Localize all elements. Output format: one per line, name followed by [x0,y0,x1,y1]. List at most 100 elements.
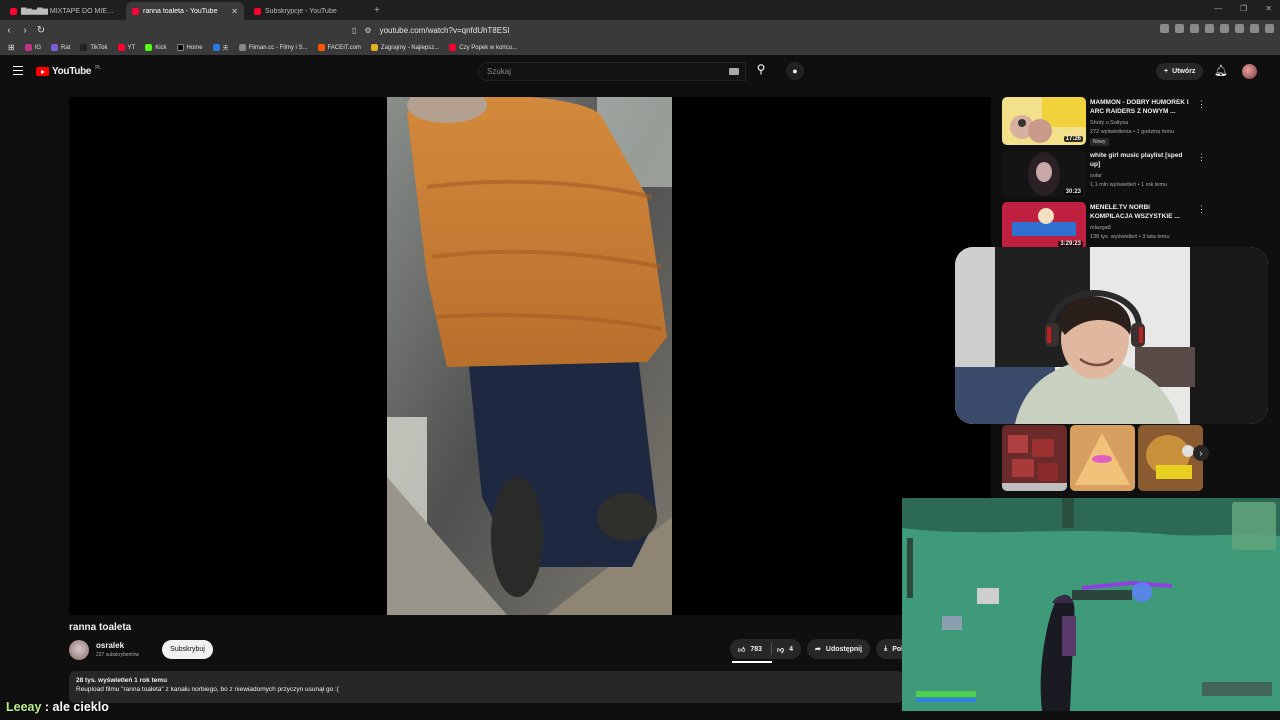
bookmark-item[interactable]: Kick [145,44,167,51]
address-bar[interactable]: ▯ ⚙ youtube.com/watch?v=qnfdUhT8ESI [352,23,912,37]
browser-tab[interactable]: ▇▆▅▇▆ MIXTAPE DO MIES... [4,2,122,20]
video-thumbnail[interactable]: 30:23 [1002,150,1086,198]
bookmark-item[interactable]: Czy Popek w końcu... [449,44,517,51]
short-thumbnail[interactable] [1070,425,1135,491]
suggested-video[interactable]: 30:23 white girl music playlist [sped up… [1002,150,1206,200]
like-button[interactable]: 👍︎ 783 👎︎ 4 [730,639,802,659]
subscriber-count: 227 subskrybentów [96,652,140,658]
more-options-icon[interactable]: ⋮ [1197,99,1206,110]
short-thumbnail[interactable] [1002,425,1067,491]
thumbs-down-icon[interactable]: 👎︎ [777,645,784,654]
extension-icon[interactable] [1160,24,1169,33]
dislike-count: 4 [789,645,794,653]
browser-tabbar: ▇▆▅▇▆ MIXTAPE DO MIES... ranna toaleta -… [0,0,1280,20]
extension-icon[interactable] [1265,24,1274,33]
extension-icon[interactable] [1205,24,1214,33]
short-thumbnail[interactable] [1138,425,1203,491]
suggested-video[interactable]: 17:26 MAMMON - DOBRY HUMOREK I ARC RAIDE… [1002,97,1206,147]
new-tab-icon[interactable]: + [374,5,380,16]
search-input[interactable]: Szukaj [478,62,746,81]
keyboard-icon[interactable] [729,68,739,75]
bookmark-item[interactable]: Zagrajmy - Najlepsz... [370,44,439,51]
menu-icon[interactable] [13,66,23,75]
apps-icon[interactable]: ⊞ [8,43,15,52]
bookmark-item[interactable]: YT [117,44,135,51]
shorts-strip [1002,425,1204,491]
maximize-icon[interactable]: ❐ [1240,4,1247,13]
share-button[interactable]: ➦ Udostępnij [807,639,871,659]
extension-icon[interactable] [1250,24,1259,33]
microphone-icon[interactable]: ● [786,62,804,80]
channel-avatar[interactable] [69,640,89,660]
new-badge: Nowy [1090,138,1109,146]
youtube-icon [117,44,125,51]
faceit-icon [317,44,325,51]
create-button[interactable]: + Utwórz [1156,63,1204,80]
back-icon[interactable]: ‹ [2,25,16,36]
notifications-bell-icon[interactable]: 🔔︎ [1214,64,1228,77]
video-thumbnail[interactable]: 3:29:23 [1002,202,1086,250]
forward-icon[interactable]: › [18,25,32,36]
close-window-icon[interactable]: ✕ [1265,4,1272,13]
more-options-icon[interactable]: ⋮ [1197,204,1206,215]
youtube-favicon-icon [10,7,17,15]
browser-tab[interactable]: Subskrypcje - YouTube [248,2,366,20]
extension-icon[interactable] [1175,24,1184,33]
video-duration: 17:26 [1063,136,1083,142]
youtube-icon [449,44,457,51]
suggested-channel[interactable]: mlazga8 [1090,224,1111,232]
suggested-meta: 138 tys. wyświetleń • 3 lata temu [1090,234,1170,240]
bookmark-item[interactable]: Filman.cc - Filmy i S... [238,44,308,51]
game-overlay [902,498,1280,711]
browser-toolbar: ‹ › ↻ ▯ ⚙ youtube.com/watch?v=qnfdUhT8ES… [0,20,1280,40]
bookmark-item[interactable]: FACEIT.com [317,44,361,51]
suggested-meta: 1,1 mln wyświetleń • 1 rok temu [1090,182,1168,188]
bookmark-icon[interactable]: ▯ [352,26,356,35]
extension-icon[interactable] [1220,24,1229,33]
youtube-logo[interactable]: YouTube PL [36,65,101,77]
youtube-favicon-icon [132,7,139,15]
divider [771,643,773,655]
chat-message: Leeay : ale cieklo [6,700,109,714]
video-player[interactable] [69,97,991,615]
suggested-video[interactable]: 3:29:23 MENELE.TV NORBI KOMPILACJA WSZYS… [1002,202,1206,252]
window-controls: — ❐ ✕ [1214,4,1272,13]
site-info-icon[interactable]: ⚙ [364,26,371,35]
url-text: youtube.com/watch?v=qnfdUhT8ESI [379,25,510,35]
suggested-title: MAMMON - DOBRY HUMOREK I ARC RAIDERS Z N… [1090,99,1189,115]
description-box[interactable]: 28 tys. wyświetleń 1 rok temu Reupload f… [69,671,903,703]
more-options-icon[interactable]: ⋮ [1197,152,1206,163]
like-underline [732,661,772,663]
webcam-overlay [955,247,1268,424]
tiktok-icon [80,44,88,51]
suggested-title: white girl music playlist [sped up] [1090,152,1183,168]
close-tab-icon[interactable]: ✕ [231,7,238,16]
bookmark-item[interactable]: IG [24,44,41,51]
bookmark-item[interactable]: TikTok [80,44,108,51]
video-frame [387,97,672,615]
x-icon [176,44,184,51]
minimize-icon[interactable]: — [1214,4,1222,13]
extension-icon[interactable] [1190,24,1199,33]
translate-icon [212,44,220,51]
like-count: 783 [750,645,763,653]
game-feed-image [902,498,1280,711]
bookmarks-bar: ⊞ IG Rat TikTok YT Kick Home 天 Filman.cc… [0,40,1280,55]
extension-icons [1160,24,1274,33]
video-thumbnail[interactable]: 17:26 [1002,97,1086,145]
next-shorts-icon[interactable]: › [1193,445,1209,461]
suggested-channel[interactable]: solar [1090,172,1102,180]
suggested-title: MENELE.TV NORBI KOMPILACJA WSZYSTKIE ... [1090,204,1180,220]
channel-name[interactable]: osralek [96,641,124,650]
bookmark-item[interactable]: Rat [51,44,70,51]
search-icon[interactable]: ⚲ [750,62,772,81]
bookmark-item[interactable]: 天 [212,43,229,52]
suggested-channel[interactable]: Shoty u Sołtysa [1090,119,1128,127]
browser-tab-active[interactable]: ranna toaleta - YouTube ✕ [126,2,244,20]
subscribe-button[interactable]: Subskrybuj [162,640,213,659]
extension-icon[interactable] [1235,24,1244,33]
account-avatar[interactable] [1242,64,1257,79]
reload-icon[interactable]: ↻ [34,25,48,36]
bookmark-item[interactable]: Home [176,44,203,51]
chat-username: Leeay [6,700,42,714]
